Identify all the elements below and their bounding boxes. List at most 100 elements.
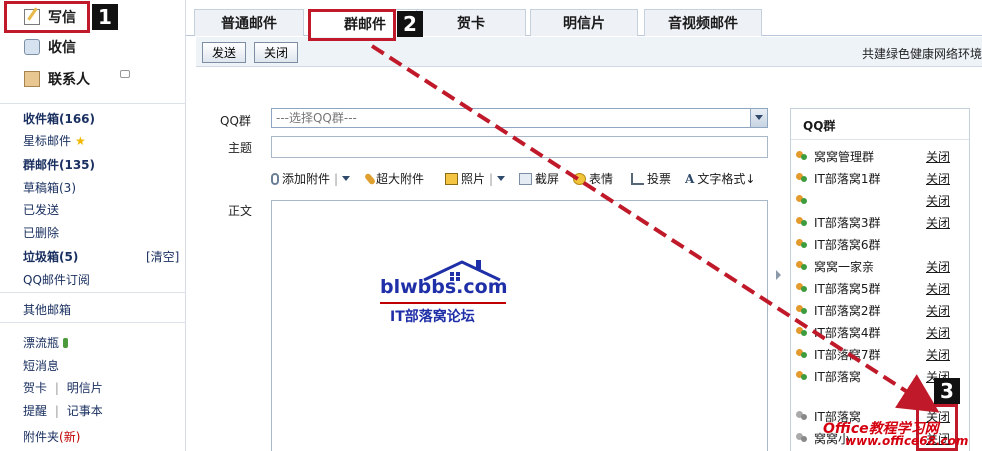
qq-group-row[interactable]: IT部落窝6群 (796, 235, 966, 253)
folder-group-mail[interactable]: 群邮件(135) (23, 156, 95, 173)
group-close-link[interactable]: 关闭 (926, 302, 950, 319)
drift-bottle-link[interactable]: 漂流瓶 (23, 334, 69, 351)
separator: | (54, 381, 59, 395)
tab-av-mail[interactable]: 音视频邮件 (644, 9, 762, 36)
new-badge: (新) (59, 430, 81, 444)
qq-group-label: QQ群 (220, 114, 251, 128)
text-format-label: 文字格式↓ (697, 172, 756, 186)
emoticon-label: 表情 (589, 172, 614, 186)
blwbbs-logo: blwbbs.com IT部落窝论坛 (380, 260, 510, 332)
group-close-link[interactable]: 关闭 (926, 346, 950, 363)
chevron-down-icon[interactable] (497, 176, 506, 181)
logo-sub-text: IT部落窝论坛 (390, 309, 475, 325)
folder-deleted[interactable]: 已删除 (23, 224, 59, 241)
qq-group-row[interactable]: IT部落窝5群 关闭 (796, 279, 966, 297)
group-close-link[interactable]: 关闭 (926, 192, 950, 209)
attachment-folder-link[interactable]: 附件夹(新) (23, 428, 80, 445)
group-name: IT部落窝6群 (814, 238, 881, 252)
annotation-number-2: 2 (397, 11, 423, 37)
reminder-notebook-row: 提醒 | 记事本 (23, 402, 103, 419)
postcard-link[interactable]: 明信片 (67, 381, 103, 395)
separator: | (334, 171, 339, 186)
send-button[interactable]: 发送 (202, 42, 247, 63)
qq-group-row[interactable]: 窝窝管理群 关闭 (796, 147, 966, 165)
sidebar-divider (0, 103, 186, 104)
inbox-item[interactable]: 收信 (0, 32, 186, 62)
separator: | (54, 404, 59, 418)
other-mailbox-link[interactable]: 其他邮箱 (23, 301, 71, 318)
notebook-link[interactable]: 记事本 (67, 404, 103, 418)
photo-button[interactable]: 照片 | (445, 170, 506, 187)
folder-sent[interactable]: 已发送 (23, 201, 59, 218)
attachment-folder-label: 附件夹 (23, 430, 60, 444)
chat-bubble-icon[interactable] (120, 70, 130, 78)
group-close-link[interactable]: 关闭 (926, 324, 950, 341)
contacts-item[interactable]: 联系人 (0, 64, 186, 94)
contacts-icon (24, 71, 40, 87)
emoticon-button[interactable]: 表情 (573, 170, 613, 187)
group-avatar-icon (796, 150, 808, 162)
subject-input[interactable] (271, 136, 768, 158)
group-name: 窝窝一家亲 (814, 260, 875, 274)
qq-group-row[interactable]: IT部落窝3群 关闭 (796, 213, 966, 231)
tab-greeting-card[interactable]: 贺卡 (416, 9, 526, 36)
group-close-link[interactable]: 关闭 (926, 148, 950, 165)
large-attachment-button[interactable]: 超大附件 (363, 170, 425, 187)
qq-group-row[interactable]: 窝窝一家亲 关闭 (796, 257, 966, 275)
folder-spam[interactable]: 垃圾箱(5) (23, 248, 78, 265)
screenshot-button[interactable]: 截屏 (519, 170, 559, 187)
qq-group-row[interactable]: IT部落窝1群 关闭 (796, 169, 966, 187)
group-close-link[interactable]: 关闭 (926, 258, 950, 275)
font-a-icon: A (685, 171, 695, 186)
clear-spam-link[interactable]: [清空] (146, 248, 179, 265)
large-attachment-label: 超大附件 (376, 172, 425, 186)
sms-link[interactable]: 短消息 (23, 357, 59, 374)
reminder-link[interactable]: 提醒 (23, 404, 47, 418)
chevron-down-icon[interactable] (342, 176, 351, 181)
body-editor[interactable] (271, 200, 768, 451)
body-label: 正文 (228, 204, 253, 218)
vote-button[interactable]: 投票 (631, 170, 671, 187)
qq-group-row[interactable]: 关闭 (796, 191, 966, 209)
folder-starred-label: 星标邮件 (23, 134, 72, 148)
folder-starred[interactable]: 星标邮件 ★ (23, 132, 86, 149)
group-avatar-icon (796, 194, 808, 206)
group-avatar-icon (796, 348, 808, 360)
group-close-link[interactable]: 关闭 (926, 214, 950, 231)
inbox-label: 收信 (48, 40, 76, 56)
group-avatar-icon (796, 326, 808, 338)
folder-drafts[interactable]: 草稿箱(3) (23, 179, 76, 196)
inbox-icon (24, 39, 40, 55)
group-avatar-icon (796, 432, 808, 444)
group-avatar-icon (796, 172, 808, 184)
scissors-icon (519, 172, 532, 185)
qq-group-row[interactable]: IT部落窝2群 关闭 (796, 301, 966, 319)
qq-group-row[interactable]: IT部落窝4群 关闭 (796, 323, 966, 341)
card-postcard-row: 贺卡 | 明信片 (23, 379, 103, 396)
collapse-panel-icon[interactable] (776, 270, 781, 280)
close-button[interactable]: 关闭 (254, 42, 299, 63)
group-close-link[interactable]: 关闭 (926, 170, 950, 187)
greeting-card-link[interactable]: 贺卡 (23, 381, 47, 395)
group-avatar-icon (796, 304, 808, 316)
add-attachment-button[interactable]: 添加附件 | (271, 170, 351, 187)
folder-subscription[interactable]: QQ邮件订阅 (23, 271, 90, 288)
qq-group-select[interactable]: ---选择QQ群--- (271, 108, 768, 128)
annotation-number-3: 3 (934, 378, 960, 404)
photo-label: 照片 (461, 172, 486, 186)
panel-divider (791, 139, 969, 140)
qq-group-row[interactable]: IT部落窝7群 关闭 (796, 345, 966, 363)
tab-normal-mail[interactable]: 普通邮件 (194, 9, 304, 36)
smiley-icon (573, 172, 586, 185)
separator: | (489, 171, 494, 186)
text-format-button[interactable]: A 文字格式↓ (685, 170, 755, 187)
group-avatar-icon (796, 410, 808, 422)
tab-postcard[interactable]: 明信片 (530, 9, 638, 36)
chevron-down-icon[interactable] (750, 109, 767, 127)
subject-label: 主题 (228, 141, 253, 155)
qq-group-placeholder: ---选择QQ群--- (276, 111, 357, 125)
group-name: IT部落窝1群 (814, 172, 881, 186)
folder-inbox[interactable]: 收件箱(166) (23, 110, 95, 127)
logo-underline (380, 302, 506, 304)
group-close-link[interactable]: 关闭 (926, 280, 950, 297)
